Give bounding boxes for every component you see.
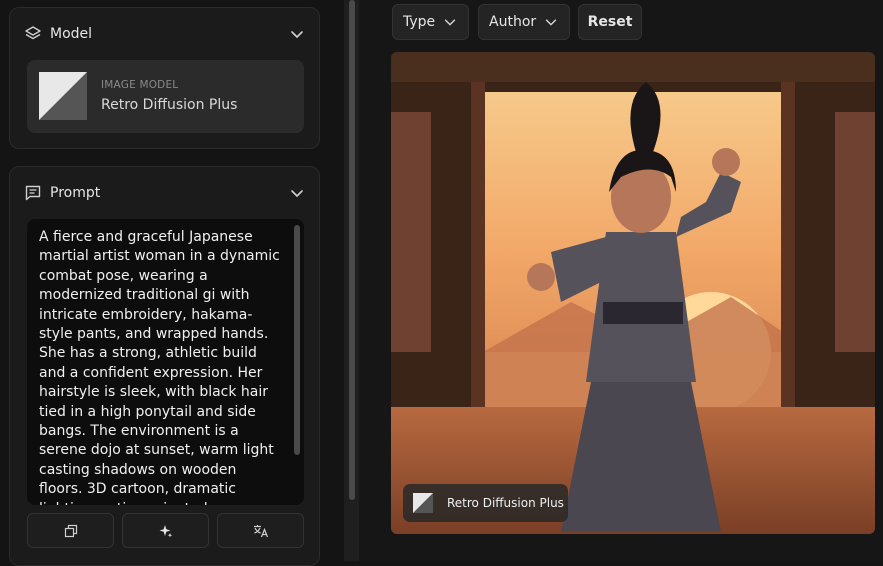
left-sidebar: Model IMAGE MODEL Retro Diffusion Plus P…: [0, 0, 344, 566]
prompt-text: A fierce and graceful Japanese martial a…: [39, 229, 280, 505]
layers-icon: [25, 26, 41, 40]
copy-prompt-button[interactable]: [27, 513, 114, 548]
prompt-panel-header[interactable]: Prompt: [24, 183, 305, 203]
type-filter-dropdown[interactable]: Type: [392, 4, 469, 40]
author-filter-dropdown[interactable]: Author: [478, 4, 570, 40]
model-card-kicker: IMAGE MODEL: [101, 79, 179, 91]
image-model-tag: Retro Diffusion Plus: [403, 484, 568, 522]
prompt-scrollbar[interactable]: [294, 225, 300, 455]
generated-image: [391, 52, 875, 534]
generated-image-card[interactable]: Retro Diffusion Plus: [391, 52, 875, 534]
enhance-prompt-button[interactable]: [122, 513, 209, 548]
model-card[interactable]: IMAGE MODEL Retro Diffusion Plus: [27, 60, 304, 133]
author-filter-label: Author: [489, 14, 537, 30]
model-panel: Model IMAGE MODEL Retro Diffusion Plus: [9, 7, 320, 149]
main-gallery: Type Author Reset Retro Diffusion Plus: [359, 0, 883, 561]
panel-resize-divider[interactable]: [344, 0, 359, 561]
reset-label: Reset: [587, 14, 633, 30]
model-thumbnail-icon: [413, 493, 433, 513]
reset-filters-button[interactable]: Reset: [578, 4, 642, 40]
translate-icon: [253, 524, 268, 537]
sparkle-icon: [159, 524, 172, 537]
chevron-down-icon: [444, 19, 456, 26]
model-panel-title: Model: [50, 26, 93, 42]
model-card-name: Retro Diffusion Plus: [101, 97, 238, 113]
prompt-panel: Prompt A fierce and graceful Japanese ma…: [9, 166, 320, 566]
prompt-panel-title: Prompt: [50, 185, 101, 201]
model-panel-header[interactable]: Model: [24, 24, 305, 44]
copy-icon: [64, 524, 77, 537]
chevron-down-icon[interactable]: [289, 26, 305, 42]
prompt-textarea[interactable]: A fierce and graceful Japanese martial a…: [27, 219, 304, 505]
model-thumbnail: [39, 72, 87, 120]
translate-prompt-button[interactable]: [217, 513, 304, 548]
chevron-down-icon: [545, 19, 557, 26]
message-icon: [25, 185, 41, 201]
image-model-name: Retro Diffusion Plus: [447, 496, 564, 510]
sidebar-scrollbar[interactable]: [349, 0, 355, 500]
chevron-down-icon[interactable]: [289, 185, 305, 201]
type-filter-label: Type: [403, 14, 436, 30]
